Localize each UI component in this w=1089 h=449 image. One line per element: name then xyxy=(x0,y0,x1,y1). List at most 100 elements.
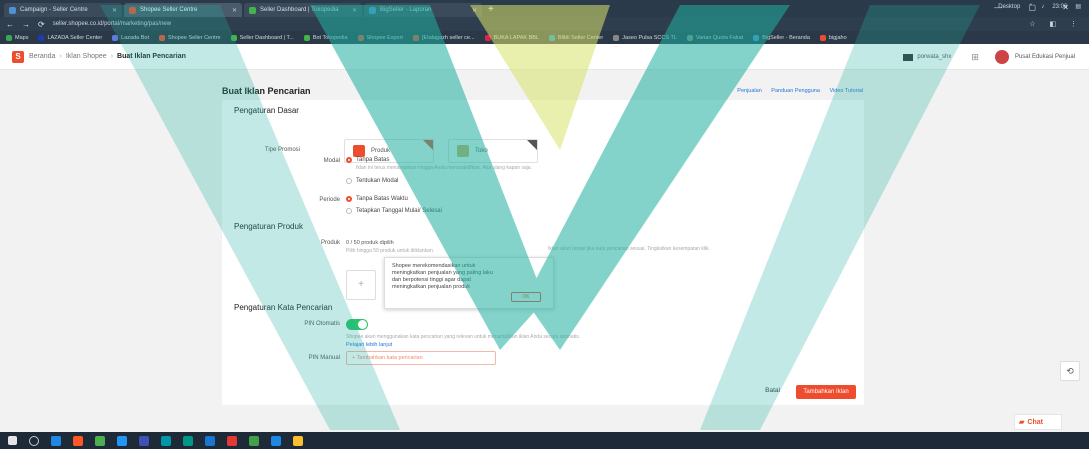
bookmark-item[interactable]: Shopee Export xyxy=(357,34,403,41)
popup-ok-button[interactable]: OK xyxy=(511,292,541,302)
browser-actions-icons[interactable]: ☆ ◧ ⋮ xyxy=(1029,20,1083,28)
save-ad-button[interactable]: Tambahkan Iklan xyxy=(796,385,856,399)
auto-pin-toggle[interactable] xyxy=(346,319,368,330)
bookmark-item[interactable]: Lazada Bot xyxy=(112,34,149,41)
taskbar-app-icon[interactable] xyxy=(51,435,61,446)
reload-icon[interactable]: ⟳ xyxy=(38,20,45,29)
budget-unlimited-radio[interactable]: Tanpa Batas xyxy=(346,157,389,163)
bookmark-favicon-icon xyxy=(230,34,237,41)
shopee-logo-icon[interactable]: S xyxy=(12,50,24,63)
keyword-input[interactable]: + Tambahkan kata pencarian xyxy=(346,351,496,365)
bookmark-favicon-icon xyxy=(484,34,491,41)
address-bar: ← → ⟳ seller.shopee.co.id/portal/marketi… xyxy=(0,17,1089,31)
period-set-radio[interactable]: Tetapkan Tanggal Mulai/ Selesai xyxy=(346,208,442,214)
taskbar-app-icon[interactable] xyxy=(227,435,237,446)
chevron-right-icon: › xyxy=(110,53,114,60)
desktop-label[interactable]: Desktop xyxy=(998,4,1020,10)
bookmark-item[interactable]: BUKA LAPAK BBL xyxy=(484,34,540,41)
windows-start-icon[interactable] xyxy=(8,436,17,445)
new-tab-button[interactable]: + xyxy=(488,4,494,15)
add-product-button[interactable]: + xyxy=(346,270,376,300)
close-icon[interactable]: ✕ xyxy=(232,7,237,14)
taskbar-app-icon[interactable] xyxy=(293,435,303,446)
breadcrumb-home[interactable]: Beranda xyxy=(29,53,55,60)
network-icon[interactable]: ⌃ xyxy=(1028,3,1033,10)
bookmark-favicon-icon xyxy=(159,34,165,41)
bookmark-label: BigSeller - Beranda xyxy=(762,34,810,41)
bookmark-label: BUKA LAPAK BBL xyxy=(493,34,540,41)
close-icon[interactable]: ✕ xyxy=(112,7,117,14)
taskbar-app-icon[interactable] xyxy=(95,435,105,446)
period-set-label: Tetapkan Tanggal Mulai/ Selesai xyxy=(356,208,442,214)
shop-icon xyxy=(903,53,914,61)
product-basket-icon xyxy=(353,145,365,157)
bookmark-item[interactable]: [Etalagazh seller ce... xyxy=(412,34,475,41)
bookmark-favicon-icon xyxy=(112,34,119,41)
browser-tab[interactable]: Seller Dashboard | Tokopedia ✕ xyxy=(244,3,362,17)
chat-bubble-icon: ▰ xyxy=(1019,419,1025,426)
bookmark-item[interactable]: LAZADA Seller Center xyxy=(38,34,103,41)
bookmark-item[interactable]: Jaseo Pulsa SCCS TL xyxy=(613,34,677,41)
bookmark-item[interactable]: Seller Dashboard | T... xyxy=(230,34,294,41)
search-icon[interactable] xyxy=(29,435,39,446)
taskbar-app-icon[interactable] xyxy=(249,435,259,446)
promo-option-shop[interactable]: Toko xyxy=(448,139,538,163)
browser-tab[interactable]: Shopee Seller Centre ✕ xyxy=(124,3,242,17)
help-link-guide[interactable]: Panduan Pengguna xyxy=(771,88,820,94)
forward-arrow-icon[interactable]: → xyxy=(22,20,30,29)
taskbar-app-icon[interactable] xyxy=(271,435,281,446)
chat-button[interactable]: ▰ Chat xyxy=(1014,414,1062,430)
bookmark-favicon-icon xyxy=(412,34,419,41)
refresh-icon[interactable]: ⟲ xyxy=(1060,361,1080,381)
close-icon[interactable]: ✕ xyxy=(352,7,357,14)
taskbar-app-icon[interactable] xyxy=(73,435,83,446)
edu-center-link[interactable]: Pusat Edukasi Penjual xyxy=(1015,54,1075,60)
section-product-title: Pengaturan Produk xyxy=(234,222,303,231)
auto-pin-label: PIN Otomatis xyxy=(304,321,340,327)
bookmark-item[interactable]: Blibli Seller Center xyxy=(549,34,603,41)
notification-icon[interactable]: ▤ xyxy=(1075,3,1081,10)
bookmark-label: Seller Dashboard | T... xyxy=(239,34,294,41)
taskbar-app-icon[interactable] xyxy=(139,435,149,446)
help-link-video[interactable]: Video Tutorial xyxy=(829,88,863,94)
clock[interactable]: 23:06 xyxy=(1052,4,1067,10)
bookmark-item[interactable]: Bot Tokopedia xyxy=(303,34,348,41)
apps-grid-icon[interactable]: ⊞ xyxy=(971,52,979,63)
breadcrumb-ads[interactable]: Iklan Shopee xyxy=(66,53,107,60)
taskbar-app-icon[interactable] xyxy=(183,435,193,446)
avatar[interactable] xyxy=(994,50,1009,64)
budget-set-label: Tentukan Modal xyxy=(356,178,399,184)
url-field[interactable]: seller.shopee.co.id/portal/marketing/pas… xyxy=(53,21,953,27)
shop-name[interactable]: porwata_shx xyxy=(917,54,951,60)
bookmark-favicon-icon xyxy=(819,34,826,41)
period-unlimited-radio[interactable]: Tanpa Batas Waktu xyxy=(346,196,408,202)
bookmark-item[interactable]: bigjaho xyxy=(819,34,847,41)
bookmark-favicon-icon xyxy=(357,34,364,41)
page-title: Buat Iklan Pencarian xyxy=(222,86,311,96)
product-note: Iklan akan tampil jika kata pencarian se… xyxy=(548,246,711,252)
bookmark-favicon-icon xyxy=(686,34,693,41)
volume-icon[interactable]: ♪ xyxy=(1041,4,1044,10)
bookmark-label: LAZADA Seller Center xyxy=(47,34,103,41)
browser-tab-bar: Campaign - Seller Centre ✕ Shopee Seller C… xyxy=(0,0,1089,17)
section-basic-title: Pengaturan Dasar xyxy=(234,106,299,115)
back-arrow-icon[interactable]: ← xyxy=(6,20,14,29)
bookmark-item[interactable]: Shopee Seller Centre xyxy=(159,34,221,41)
budget-set-radio[interactable]: Tentukan Modal xyxy=(346,178,398,184)
bookmark-label: Jaseo Pulsa SCCS TL xyxy=(622,34,677,41)
system-tray: Desktop ⌃ ♪ 23:06 ▤ xyxy=(990,3,1081,11)
cancel-button[interactable]: Batal xyxy=(759,384,786,397)
learn-more-link[interactable]: Pelajari lebih lanjut xyxy=(346,342,392,348)
help-link-sales[interactable]: Penjualan xyxy=(737,88,761,94)
bookmark-item[interactable]: BigSeller - Beranda xyxy=(753,34,810,41)
bookmark-label: Lazada Bot xyxy=(121,34,149,41)
bookmark-item[interactable]: Varian Quota Fakat xyxy=(686,34,743,41)
help-links: Penjualan Panduan Pengguna Video Tutoria… xyxy=(729,88,863,94)
taskbar-app-icon[interactable] xyxy=(205,435,215,446)
close-icon[interactable]: ✕ xyxy=(472,7,477,14)
browser-tab[interactable]: BigSeller - Laporan ✕ xyxy=(364,3,482,17)
bookmark-item[interactable]: Maps xyxy=(6,34,28,41)
taskbar-app-icon[interactable] xyxy=(117,435,127,446)
taskbar-app-icon[interactable] xyxy=(161,435,171,446)
browser-tab[interactable]: Campaign - Seller Centre ✕ xyxy=(4,3,122,17)
